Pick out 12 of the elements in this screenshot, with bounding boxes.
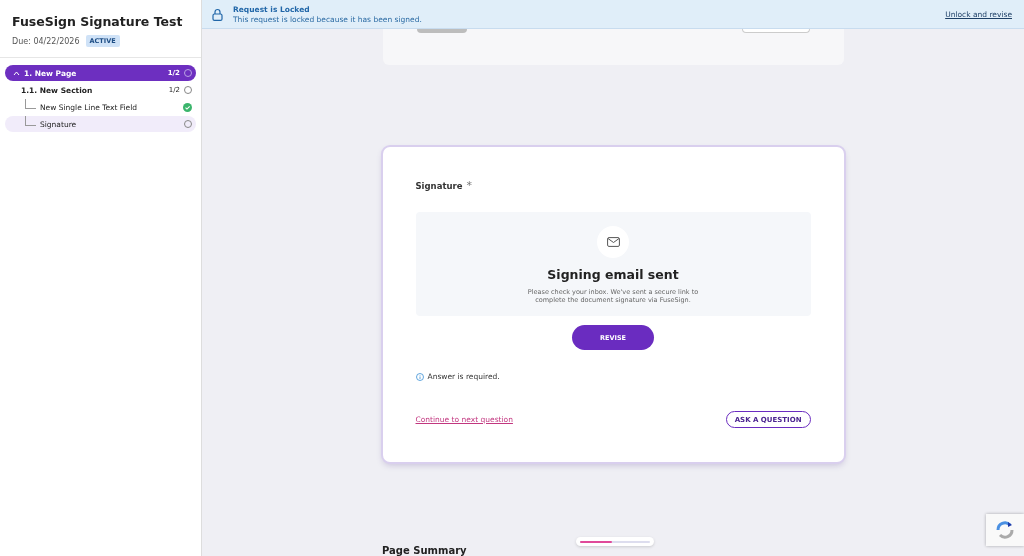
refresh-icon <box>994 519 1016 541</box>
button-shape <box>416 29 467 33</box>
due-date: Due: 04/22/2026 <box>12 36 80 46</box>
section-heading: Page Summary <box>382 545 467 556</box>
envelope-icon <box>597 226 629 258</box>
required-mark: * <box>466 179 472 192</box>
info-icon <box>415 372 424 381</box>
question-label: Signature <box>415 181 463 191</box>
lock-icon <box>212 7 223 21</box>
request-title: FuseSign Signature Test <box>12 14 184 29</box>
button-shape <box>741 29 810 33</box>
status-title: Signing email sent <box>547 267 679 282</box>
